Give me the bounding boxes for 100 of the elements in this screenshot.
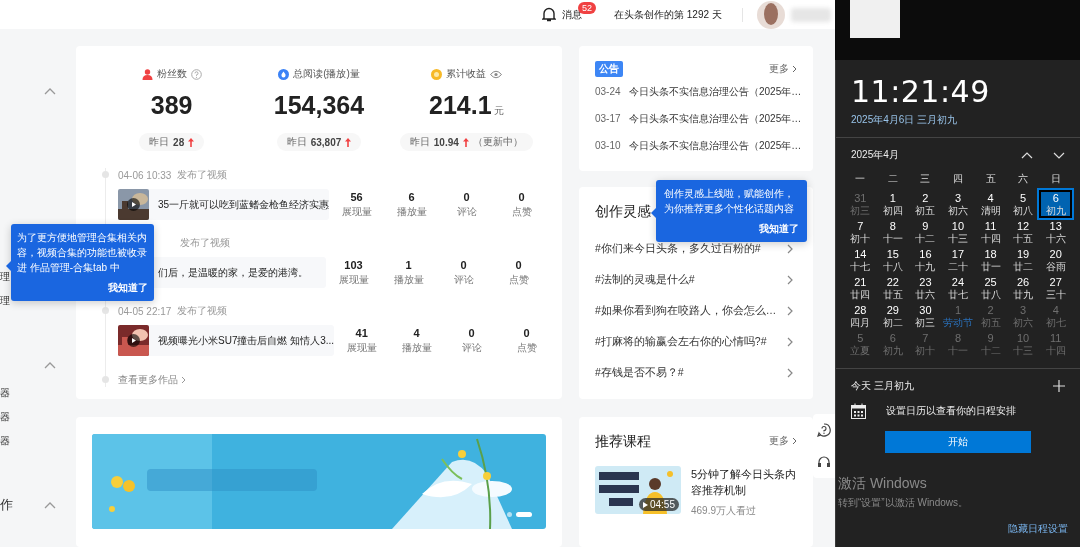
hide-schedule-link[interactable]: 隐藏日程设置 [1008, 522, 1068, 536]
yesterday-label: 昨日 [286, 135, 307, 149]
sidebar-item[interactable]: 器 [0, 405, 10, 429]
yesterday-value: 10.94 [433, 136, 459, 148]
previous-month-icon[interactable] [1021, 151, 1033, 159]
calendar-day[interactable]: 24 廿七 [941, 274, 975, 302]
got-it-button[interactable]: 我知道了 [759, 222, 799, 236]
metric-label: 展现量 [346, 340, 377, 355]
calendar-day[interactable]: 17 二十 [941, 246, 975, 274]
yesterday-label: 昨日 [149, 135, 170, 149]
sidebar-item[interactable]: 器 [0, 381, 10, 405]
calendar-day[interactable]: 16 十九 [909, 246, 942, 274]
yesterday-value: 63,807 [310, 136, 342, 148]
sidebar-item[interactable]: 理 [0, 289, 10, 313]
avatar[interactable] [756, 0, 785, 29]
clock-time: 11:21:49 [850, 73, 991, 109]
unit-label: 元 [493, 104, 504, 118]
work-item[interactable]: 35一斤就可以吃到蓝鳍金枪鱼经济实惠 [118, 189, 330, 220]
plus-icon[interactable] [1053, 380, 1065, 392]
topic-item[interactable]: #你们来今日头条，多久过百粉的# [595, 233, 797, 264]
calendar-day[interactable]: 6 初九 [1039, 190, 1072, 218]
metric-value: 1 [405, 258, 412, 271]
metric-value: 0 [515, 258, 522, 271]
start-button[interactable]: 开始 [885, 431, 1031, 453]
calendar-day[interactable]: 3 初六 [941, 190, 975, 218]
play-icon[interactable] [127, 334, 140, 347]
calendar-day[interactable]: 30 初三 [909, 302, 942, 330]
up-arrow-icon [462, 137, 469, 147]
chevron-icon[interactable] [44, 501, 56, 509]
more-link[interactable]: 更多 [769, 434, 797, 448]
up-arrow-icon [188, 137, 195, 147]
help-icon[interactable] [817, 423, 831, 437]
calendar-day[interactable]: 8 十一 [876, 218, 910, 246]
empty-schedule-text: 设置日历以查看你的日程安排 [886, 404, 1016, 418]
chevron-icon[interactable] [44, 87, 56, 95]
calendar-day[interactable]: 1 初四 [876, 190, 910, 218]
sidebar-section-title[interactable]: 作 [0, 496, 13, 514]
calendar-day[interactable]: 26 廿九 [1006, 274, 1040, 302]
publish-time: 04-06 10:33 [118, 169, 172, 181]
calendar-day[interactable]: 10 十三 [941, 218, 975, 246]
topic-item[interactable]: #如果你看到狗在咬路人，你会怎么… [595, 295, 797, 326]
calendar-day[interactable]: 22 廿五 [876, 274, 910, 302]
calendar-day[interactable]: 27 三十 [1039, 274, 1072, 302]
calendar-day[interactable]: 14 十七 [844, 246, 877, 274]
more-link[interactable]: 更多 [769, 62, 797, 76]
eye-icon[interactable] [489, 69, 502, 79]
work-title: 们后，是温暖的家，是爱的港湾。 [158, 265, 308, 280]
calendar-day[interactable]: 29 初二 [876, 302, 910, 330]
publish-action: 发布了视频 [180, 236, 230, 250]
chevron-right-icon [787, 367, 793, 378]
stat-label: 累计收益 [445, 67, 486, 81]
topic-item[interactable]: #存钱是否不易？# [595, 357, 797, 388]
next-month-icon[interactable] [1053, 151, 1065, 159]
month-title: 2025年4月 [851, 148, 899, 162]
topic-item[interactable]: #法制的灵魂是什么# [595, 264, 797, 295]
chevron-icon[interactable] [44, 361, 56, 369]
carousel-dot[interactable] [507, 512, 512, 517]
calendar-day[interactable]: 20 谷雨 [1039, 246, 1072, 274]
metric-label: 展现量 [341, 204, 372, 219]
today-label: 今天 三月初九 [851, 379, 914, 393]
calendar-day[interactable]: 25 廿八 [974, 274, 1007, 302]
chevron-right-icon [787, 274, 793, 285]
sidebar-item[interactable]: 理 [0, 265, 10, 289]
calendar-day[interactable]: 19 廿二 [1006, 246, 1040, 274]
calendar-day[interactable]: 4 清明 [974, 190, 1007, 218]
headset-icon[interactable] [817, 455, 831, 469]
metric-label: 评论 [461, 340, 482, 355]
calendar-day[interactable]: 12 十五 [1006, 218, 1040, 246]
metric-value: 56 [350, 190, 363, 203]
card-title: 推荐课程 [595, 432, 651, 451]
calendar-day[interactable]: 2 初五 [909, 190, 942, 218]
play-icon[interactable] [127, 198, 140, 211]
bell-icon [542, 7, 556, 22]
calendar-day[interactable]: 11 十四 [974, 218, 1007, 246]
calendar-day[interactable]: 23 廿六 [909, 274, 942, 302]
topic-item[interactable]: #打麻将的输赢会左右你的心情吗?# [595, 326, 797, 357]
metric-label: 点赞 [508, 272, 529, 287]
metric-value: 41 [355, 326, 368, 339]
drop-icon [278, 68, 290, 80]
date-link[interactable]: 2025年4月6日 三月初九 [836, 109, 1080, 127]
window-edge [850, 0, 900, 38]
more-works-link[interactable]: 查看更多作品 [118, 373, 186, 387]
calendar-day[interactable]: 5 初八 [1006, 190, 1040, 218]
calendar-day[interactable]: 18 廿一 [974, 246, 1007, 274]
update-note: （更新中） [472, 135, 523, 149]
metric-label: 播放量 [393, 272, 424, 287]
calendar-day[interactable]: 15 十八 [876, 246, 910, 274]
calendar-day[interactable]: 13 十六 [1039, 218, 1072, 246]
calendar-day[interactable]: 28 四月 [844, 302, 877, 330]
calendar-day[interactable]: 21 廿四 [844, 274, 877, 302]
work-item[interactable]: 视频曝光小米SU7撞击后自燃 知情人3... [118, 325, 335, 356]
chevron-right-icon [787, 243, 793, 254]
calendar-day[interactable]: 9 十二 [909, 218, 942, 246]
chevron-right-icon [181, 376, 186, 384]
course-title[interactable]: 5分钟了解今日头条内容推荐机制 [691, 466, 797, 498]
notice-tag: 公告 [595, 61, 623, 77]
stat-value: 214.1 [429, 90, 492, 120]
calendar-day[interactable]: 7 初十 [844, 218, 877, 246]
metric-label: 评论 [453, 272, 474, 287]
sidebar-item[interactable]: 器 [0, 429, 10, 453]
